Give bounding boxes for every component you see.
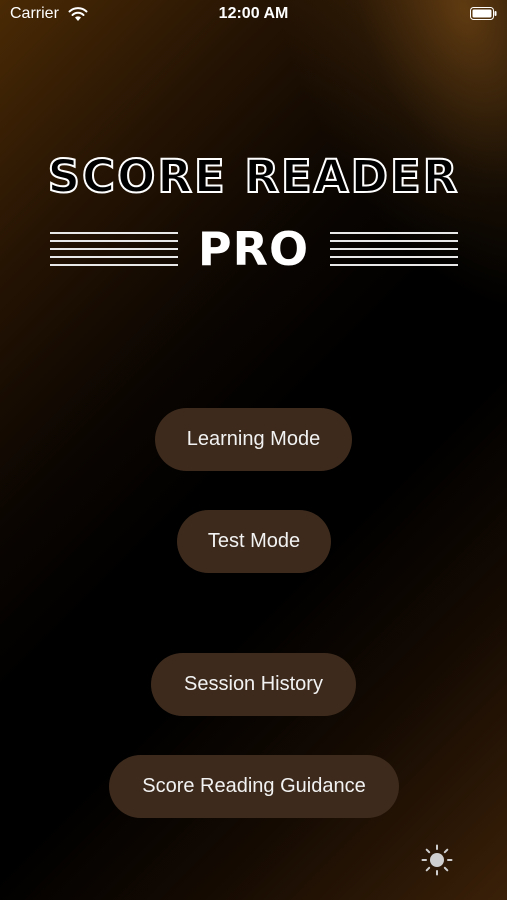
status-bar: Carrier 12:00 AM <box>0 0 507 30</box>
app-title: Score Reader <box>47 149 460 204</box>
staff-lines-right <box>330 232 458 266</box>
brightness-icon[interactable] <box>421 844 453 876</box>
test-mode-button[interactable]: Test Mode <box>177 510 331 573</box>
session-history-button[interactable]: Session History <box>151 653 356 716</box>
logo-subtitle-row: PRO <box>0 222 507 276</box>
main-screen: Carrier 12:00 AM Score Reader PRO <box>0 0 507 900</box>
score-reading-guidance-button[interactable]: Score Reading Guidance <box>109 755 399 818</box>
battery-icon <box>470 7 497 20</box>
learning-mode-button[interactable]: Learning Mode <box>155 408 352 471</box>
status-time: 12:00 AM <box>218 5 289 22</box>
